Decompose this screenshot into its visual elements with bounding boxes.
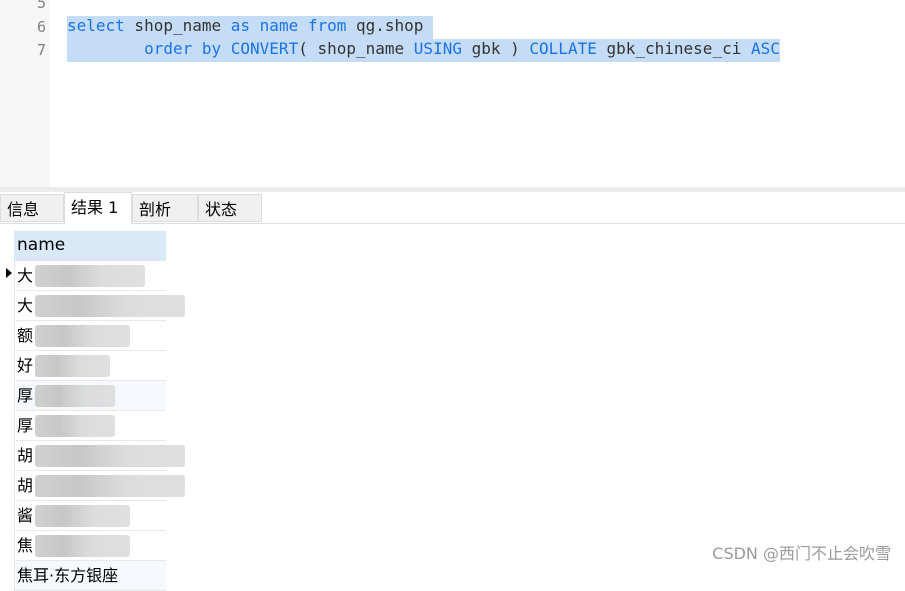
column-header-name[interactable]: name xyxy=(14,231,166,261)
table-row[interactable]: 焦 xyxy=(14,531,166,561)
line-number: 7 xyxy=(36,41,46,59)
keyword: select xyxy=(67,16,125,35)
code-text: ( shop_name xyxy=(298,39,414,58)
tab-status[interactable]: 状态 xyxy=(198,194,262,222)
redacted-mosaic xyxy=(35,265,145,287)
line-number: 5 xyxy=(36,0,46,12)
table-row[interactable]: 胡 xyxy=(14,441,185,471)
cell-name: 厚 xyxy=(17,386,34,405)
redacted-mosaic xyxy=(35,445,185,467)
code-line-6[interactable]: select shop_name as name from qg.shop xyxy=(67,16,434,39)
redacted-mosaic xyxy=(35,325,130,347)
redacted-mosaic xyxy=(35,535,130,557)
watermark: CSDN @西门不止会吹雪 xyxy=(712,544,891,563)
table-row[interactable]: 好 xyxy=(14,351,166,381)
tab-profile[interactable]: 剖析 xyxy=(132,194,198,222)
result-grid: name 大大额好厚厚胡胡酱焦焦耳·东方银座 xyxy=(14,231,185,591)
cell-name: 焦耳·东方银座 xyxy=(17,566,119,585)
table-row[interactable]: 焦耳·东方银座 xyxy=(14,561,166,591)
redacted-mosaic xyxy=(35,355,110,377)
keyword: ASC xyxy=(750,39,780,58)
tab-result-1[interactable]: 结果 1 xyxy=(64,192,132,224)
cell-name: 焦 xyxy=(17,536,34,555)
table-row[interactable]: 酱 xyxy=(14,501,166,531)
table-row[interactable]: 大 xyxy=(14,261,166,291)
line-gutter: 5 6 7 xyxy=(0,0,50,187)
redacted-mosaic xyxy=(35,475,185,497)
keyword: as xyxy=(230,16,251,35)
cell-name: 酱 xyxy=(17,506,34,525)
cell-name: 额 xyxy=(17,326,34,345)
table-row[interactable]: 额 xyxy=(14,321,166,351)
table-row[interactable]: 大 xyxy=(14,291,185,321)
keyword: USING xyxy=(413,39,462,58)
code-text: qg.shop xyxy=(346,16,434,35)
redacted-mosaic xyxy=(35,295,185,317)
redacted-mosaic xyxy=(35,415,115,437)
keyword: COLLATE xyxy=(529,39,597,58)
code-text: gbk_chinese_ci xyxy=(596,39,751,58)
code-text: shop_name xyxy=(124,16,231,35)
redacted-mosaic xyxy=(35,505,130,527)
splitter[interactable] xyxy=(0,187,905,192)
sql-editor[interactable]: 5 6 7 select shop_name as name from qg.s… xyxy=(0,0,905,187)
keyword: from xyxy=(307,16,347,35)
cell-name: 好 xyxy=(17,356,34,375)
line-number: 6 xyxy=(36,18,46,36)
keyword: order by xyxy=(144,39,222,58)
code-text: gbk ) xyxy=(461,39,530,58)
cell-name: 大 xyxy=(17,296,34,315)
cell-name: 胡 xyxy=(17,446,34,465)
cell-name: 厚 xyxy=(17,416,34,435)
current-row-indicator-icon xyxy=(6,268,12,278)
table-row[interactable]: 厚 xyxy=(14,411,166,441)
code-line-7[interactable]: order by CONVERT( shop_name USING gbk ) … xyxy=(67,39,780,62)
cell-name: 大 xyxy=(17,266,34,285)
cell-name: 胡 xyxy=(17,476,34,495)
result-tabs: 信息 结果 1 剖析 状态 xyxy=(0,192,905,224)
tab-info[interactable]: 信息 xyxy=(0,194,64,222)
keyword: CONVERT xyxy=(230,39,299,58)
redacted-mosaic xyxy=(35,385,115,407)
table-row[interactable]: 厚 xyxy=(14,381,166,411)
table-row[interactable]: 胡 xyxy=(14,471,185,501)
keyword: name xyxy=(259,16,299,35)
